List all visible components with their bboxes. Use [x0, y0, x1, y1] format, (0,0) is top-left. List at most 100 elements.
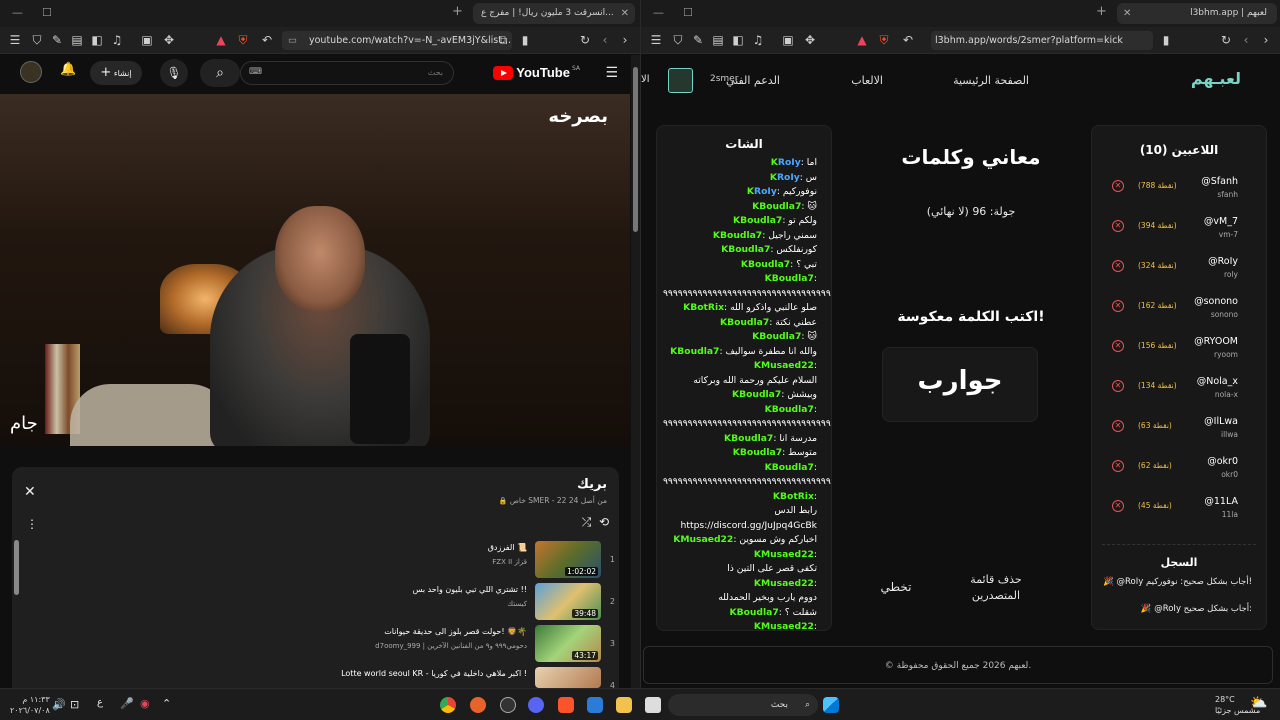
- skip-button[interactable]: تخطي: [871, 580, 921, 594]
- reload-icon[interactable]: ↻: [1219, 33, 1233, 48]
- yt-menu-icon[interactable]: ☰: [605, 65, 618, 81]
- screenshot-icon[interactable]: ▣: [781, 33, 795, 48]
- user-avatar[interactable]: [668, 68, 693, 93]
- chat-username[interactable]: Boudla7: [748, 259, 790, 270]
- left-url-bar[interactable]: ▭ youtube.com/watch?v=-N_-avEM3jY&list..…: [282, 31, 512, 50]
- playlist-item[interactable]: 3 43:17 حولت قصر بلوز الى حديقة حيوانات!…: [32, 625, 619, 665]
- chat-username[interactable]: Musaed22: [761, 549, 814, 560]
- minimize-icon[interactable]: —: [12, 6, 23, 19]
- scroll-thumb[interactable]: [633, 67, 638, 232]
- clock[interactable]: ١١:٣٣ م ٢٠٢٦/٠٧/٠٨: [10, 694, 50, 716]
- bookmark-icon[interactable]: ▮: [1159, 33, 1173, 48]
- create-button[interactable]: + إنشاء: [90, 61, 142, 85]
- search-icon[interactable]: ⌕: [200, 59, 240, 87]
- chat-username[interactable]: Musaed22: [761, 360, 814, 371]
- store-icon[interactable]: [587, 697, 603, 713]
- music-icon[interactable]: ♫: [751, 33, 765, 48]
- maximize-icon[interactable]: ☐: [42, 6, 52, 19]
- youtube-logo[interactable]: YouTube SA: [493, 65, 580, 80]
- playlist-scrollbar[interactable]: [14, 540, 19, 595]
- more-options-icon[interactable]: ⋮: [26, 517, 38, 531]
- start-icon[interactable]: [823, 697, 839, 713]
- sidebar-icon[interactable]: ◧: [731, 33, 745, 48]
- chat-username[interactable]: RoIy: [777, 172, 800, 183]
- playlist-close-icon[interactable]: ✕: [24, 484, 36, 500]
- back-history-icon[interactable]: ↶: [901, 33, 915, 48]
- remove-player-icon[interactable]: ✕: [1112, 420, 1124, 432]
- chat-username[interactable]: BotRix: [780, 491, 814, 502]
- extension-icon[interactable]: ✎: [50, 33, 64, 48]
- tabs-icon[interactable]: ▤: [711, 33, 725, 48]
- app-icon[interactable]: [470, 697, 486, 713]
- close-tab-icon[interactable]: ✕: [1123, 3, 1131, 24]
- site-info-icon[interactable]: ▭: [288, 31, 297, 50]
- chat-username[interactable]: RoIy: [778, 157, 801, 168]
- back-history-icon[interactable]: ↶: [260, 33, 274, 48]
- tray-expand-icon[interactable]: ⌃: [162, 697, 171, 710]
- chat-username[interactable]: Musaed22: [680, 534, 733, 545]
- chat-username[interactable]: Boudla7: [737, 607, 779, 618]
- remove-player-icon[interactable]: ✕: [1112, 260, 1124, 272]
- discord-icon[interactable]: [528, 697, 544, 713]
- remove-player-icon[interactable]: ✕: [1112, 220, 1124, 232]
- task-view-icon[interactable]: [645, 697, 661, 713]
- page-scrollbar[interactable]: [631, 55, 640, 688]
- close-tab-icon[interactable]: ✕: [621, 3, 629, 24]
- chat-username[interactable]: Boudla7: [677, 346, 719, 357]
- menu-icon[interactable]: ☰: [8, 33, 22, 48]
- menu-icon[interactable]: ☰: [649, 33, 663, 48]
- minimize-icon[interactable]: —: [653, 6, 664, 19]
- playlist-item[interactable]: 1 1:02:02 الفرزدق 📜 FZX II قزاز: [32, 541, 619, 581]
- taskbar-search[interactable]: بحث ⌕: [668, 694, 818, 716]
- playlist-item[interactable]: 2 39:48 تشتري اللي تبي بليون واحد بس !! …: [32, 583, 619, 623]
- l3bhm-tab[interactable]: ✕ l3bhm.app | لعبهم: [1117, 3, 1277, 24]
- right-url-bar[interactable]: l3bhm.app/words/2smer?platform=kick: [931, 31, 1153, 50]
- puzzle-icon[interactable]: ✥: [803, 33, 817, 48]
- app-icon[interactable]: [500, 697, 516, 713]
- forward-icon[interactable]: ›: [618, 33, 632, 48]
- back-icon[interactable]: ‹: [1239, 33, 1253, 48]
- back-icon[interactable]: ‹: [598, 33, 612, 48]
- brave-icon[interactable]: [558, 697, 574, 713]
- sidebar-icon[interactable]: ◧: [90, 33, 104, 48]
- music-icon[interactable]: ♫: [110, 33, 124, 48]
- remove-player-icon[interactable]: ✕: [1112, 300, 1124, 312]
- shield-icon[interactable]: ⛉: [671, 33, 685, 48]
- nav-home[interactable]: الصفحة الرئيسية: [953, 74, 1029, 87]
- chat-username[interactable]: Boudla7: [727, 317, 769, 328]
- reload-icon[interactable]: ↻: [578, 33, 592, 48]
- voice-search-icon[interactable]: 🎙: [160, 59, 188, 87]
- brave-rewards-icon[interactable]: ▲: [855, 33, 869, 48]
- clear-leaderboard-button[interactable]: حذف قائمة المتصدرين: [961, 572, 1031, 604]
- tabs-icon[interactable]: ▤: [70, 33, 84, 48]
- youtube-tab[interactable]: انسرقت 3 مليون ريال! | مفرج ع... ✕: [473, 3, 635, 24]
- nav-extra[interactable]: الا: [641, 74, 649, 85]
- brave-rewards-icon[interactable]: ▲: [214, 33, 228, 48]
- bookmark-icon[interactable]: ▮: [518, 33, 532, 48]
- chat-username[interactable]: BotRix: [690, 302, 724, 313]
- video-player[interactable]: بصرخه جام: [0, 94, 630, 446]
- remove-player-icon[interactable]: ✕: [1112, 460, 1124, 472]
- extension-icon[interactable]: ✎: [691, 33, 705, 48]
- chat-username[interactable]: Boudla7: [739, 389, 781, 400]
- avatar[interactable]: [20, 61, 42, 83]
- chat-username[interactable]: Boudla7: [759, 201, 801, 212]
- language-indicator[interactable]: ع: [97, 697, 103, 708]
- loop-icon[interactable]: ⟲: [599, 515, 609, 529]
- mic-icon[interactable]: 🎤: [120, 697, 134, 710]
- chat-username[interactable]: Musaed22: [761, 578, 814, 589]
- chat-username[interactable]: Boudla7: [772, 404, 814, 415]
- file-explorer-icon[interactable]: [616, 697, 632, 713]
- shuffle-icon[interactable]: ⤮: [582, 515, 592, 529]
- chat-username[interactable]: Boudla7: [720, 230, 762, 241]
- chat-username[interactable]: RoIy: [754, 186, 777, 197]
- keyboard-icon[interactable]: ⌨: [249, 67, 262, 77]
- new-tab-icon[interactable]: +: [1096, 4, 1107, 19]
- chat-username[interactable]: Boudla7: [731, 433, 773, 444]
- pip-icon[interactable]: ⧉: [496, 33, 510, 48]
- brave-shield-icon[interactable]: ⛨: [877, 33, 891, 48]
- remove-player-icon[interactable]: ✕: [1112, 380, 1124, 392]
- nav-games[interactable]: الالعاب: [851, 74, 883, 87]
- chat-username[interactable]: Boudla7: [759, 331, 801, 342]
- screenshot-icon[interactable]: ▣: [140, 33, 154, 48]
